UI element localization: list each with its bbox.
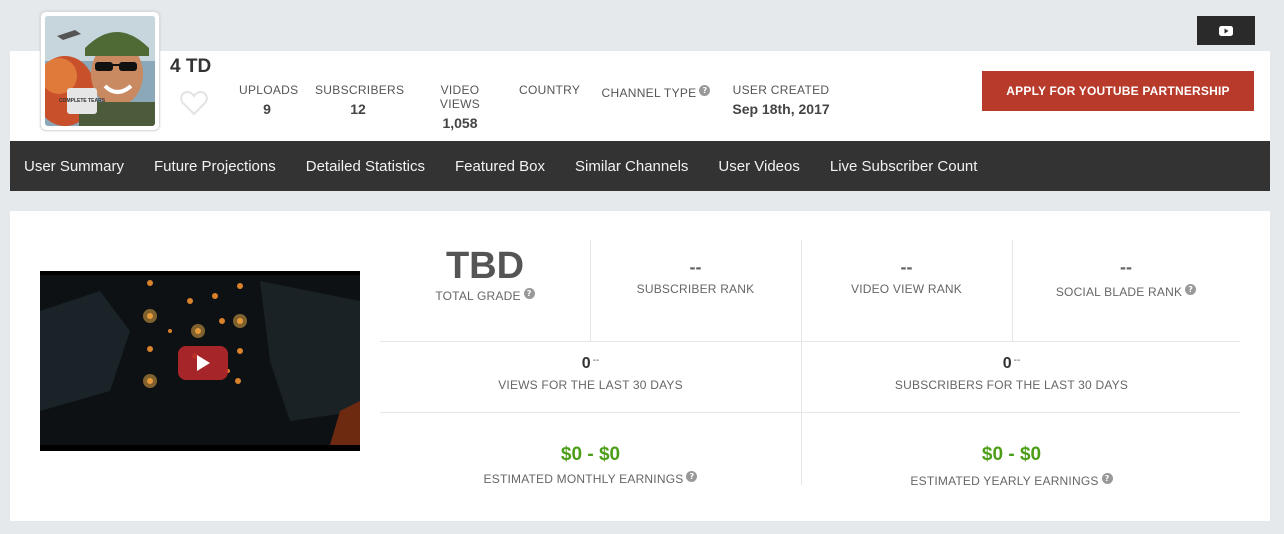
views-last-30-cell: 0 -- VIEWS FOR THE LAST 30 DAYS	[380, 355, 801, 392]
video-thumbnail	[40, 271, 360, 451]
views-last-30-label: VIEWS FOR THE LAST 30 DAYS	[498, 378, 683, 392]
youtube-link-button[interactable]	[1197, 16, 1255, 45]
divider	[380, 341, 1240, 342]
monthly-earnings-label: ESTIMATED MONTHLY EARNINGS?	[380, 471, 801, 486]
nav-featured-box[interactable]: Featured Box	[455, 158, 545, 175]
total-grade-cell: TBD TOTAL GRADE?	[380, 246, 590, 303]
avatar-image: COMPLETE TEARS	[45, 16, 155, 126]
stat-country: COUNTRY	[519, 83, 581, 101]
favorite-heart-icon[interactable]	[180, 90, 208, 116]
stat-channel-type: CHANNEL TYPE?	[597, 85, 715, 104]
apply-partnership-button[interactable]: APPLY FOR YOUTUBE PARTNERSHIP	[982, 71, 1254, 111]
stat-value: 12	[350, 101, 366, 117]
help-icon[interactable]: ?	[1185, 284, 1197, 295]
nav-future-projections[interactable]: Future Projections	[154, 158, 276, 175]
nav-user-summary[interactable]: User Summary	[24, 158, 124, 175]
subscriber-rank-cell: -- SUBSCRIBER RANK	[590, 256, 801, 296]
yearly-earnings-cell: $0 - $0 ESTIMATED YEARLY EARNINGS?	[801, 444, 1222, 488]
video-view-rank-cell: -- VIDEO VIEW RANK	[801, 256, 1012, 296]
subscriber-rank-label: SUBSCRIBER RANK	[636, 282, 755, 296]
total-grade-label: TOTAL GRADE?	[380, 288, 590, 303]
nav-similar-channels[interactable]: Similar Channels	[575, 158, 688, 175]
play-icon[interactable]	[178, 346, 228, 380]
yearly-earnings-label: ESTIMATED YEARLY EARNINGS?	[801, 473, 1222, 488]
stat-uploads: UPLOADS 9	[239, 83, 299, 117]
stat-label: SUBSCRIBERS	[315, 83, 405, 97]
featured-video[interactable]	[40, 271, 360, 451]
subscribers-last-30-label: SUBSCRIBERS FOR THE LAST 30 DAYS	[894, 378, 1129, 392]
stat-label: CHANNEL TYPE?	[597, 85, 715, 100]
stat-subscribers: SUBSCRIBERS 12	[315, 83, 405, 117]
subscribers-last-30-cell: 0 -- SUBSCRIBERS FOR THE LAST 30 DAYS	[801, 355, 1222, 392]
nav-detailed-statistics[interactable]: Detailed Statistics	[306, 158, 425, 175]
help-icon[interactable]: ?	[686, 471, 698, 482]
youtube-icon	[1219, 25, 1233, 36]
subscriber-rank-value: --	[689, 257, 702, 277]
stat-value: Sep 18th, 2017	[732, 101, 830, 117]
total-grade-value: TBD	[445, 245, 525, 287]
monthly-earnings-cell: $0 - $0 ESTIMATED MONTHLY EARNINGS?	[380, 444, 801, 486]
channel-nav: User Summary Future Projections Detailed…	[10, 141, 1270, 191]
help-icon[interactable]: ?	[699, 85, 711, 96]
channel-avatar: COMPLETE TEARS	[40, 11, 160, 131]
stat-label: COUNTRY	[519, 83, 581, 97]
stat-label: UPLOADS	[239, 83, 299, 97]
subscribers-last-30-change: --	[1013, 355, 1021, 366]
stat-value: 9	[263, 101, 271, 117]
stat-label: VIDEO VIEWS	[439, 83, 481, 111]
stat-value: 1,058	[442, 115, 478, 131]
subscribers-last-30-value: 0 --	[1002, 355, 1021, 372]
nav-user-videos[interactable]: User Videos	[718, 158, 799, 175]
yearly-earnings-value: $0 - $0	[981, 444, 1042, 465]
divider	[380, 412, 1240, 413]
stat-user-created: USER CREATED Sep 18th, 2017	[728, 83, 834, 117]
video-view-rank-label: VIDEO VIEW RANK	[850, 282, 963, 296]
channel-name: 4 TD	[170, 56, 212, 77]
social-blade-rank-cell: -- SOCIAL BLADE RANK?	[1012, 256, 1240, 299]
views-last-30-change: --	[592, 355, 600, 366]
help-icon[interactable]: ?	[523, 288, 535, 299]
mug-text: COMPLETE TEARS	[59, 98, 106, 104]
social-blade-rank-label: SOCIAL BLADE RANK?	[1012, 284, 1240, 299]
stat-label: USER CREATED	[732, 83, 830, 97]
help-icon[interactable]: ?	[1101, 473, 1113, 484]
nav-live-subscriber-count[interactable]: Live Subscriber Count	[830, 158, 978, 175]
stat-video-views: VIDEO VIEWS 1,058	[419, 83, 501, 131]
video-view-rank-value: --	[900, 257, 913, 277]
monthly-earnings-value: $0 - $0	[560, 444, 621, 465]
social-blade-rank-value: --	[1120, 257, 1132, 277]
views-last-30-value: 0 --	[581, 355, 600, 372]
